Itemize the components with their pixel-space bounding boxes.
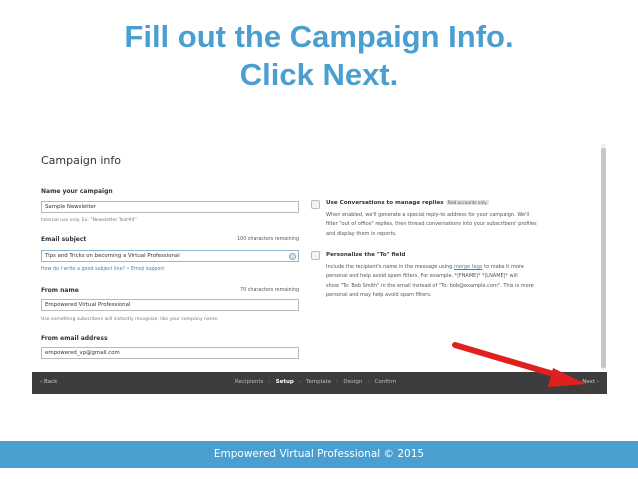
copyright-text: Empowered Virtual Professional © 2015 — [213, 448, 425, 460]
slide-footer-bar: Empowered Virtual Professional © 2015 — [0, 441, 638, 468]
red-arrow-icon — [452, 342, 586, 387]
